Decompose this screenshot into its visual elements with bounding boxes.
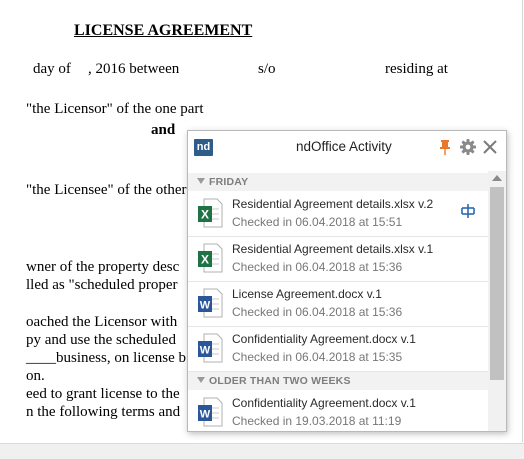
collapse-arrow-icon (197, 178, 205, 184)
doc-text: residing at (385, 61, 448, 77)
doc-text: s/o (258, 61, 276, 77)
gear-icon[interactable] (459, 138, 477, 156)
doc-text: oached the Licensor with (26, 314, 178, 330)
checkin-status: Checked in 06.04.2018 at 15:35 (232, 350, 403, 364)
doc-text: ____business, on license b (26, 350, 186, 366)
collapse-arrow-icon (197, 377, 205, 383)
checkin-status: Checked in 06.04.2018 at 15:51 (232, 215, 403, 229)
file-name: Confidentiality Agreement.docx v.1 (232, 396, 416, 410)
list-item[interactable]: W Confidentiality Agreement.docx v.1 Che… (188, 327, 488, 372)
group-label: FRIDAY (209, 176, 249, 188)
panel-title: ndOffice Activity (296, 139, 392, 154)
svg-text:W: W (200, 345, 211, 357)
excel-file-icon: X (198, 198, 223, 228)
svg-text:X: X (201, 208, 209, 222)
doc-text: "the Licensee" of the other (26, 182, 187, 198)
document-title: LICENSE AGREEMENT (74, 22, 253, 39)
compare-versions-icon[interactable] (461, 203, 475, 219)
file-name: License Agreement.docx v.1 (232, 287, 382, 301)
list-item[interactable]: W Confidentiality Agreement.docx v.1 Che… (188, 391, 488, 431)
scrollbar[interactable] (488, 171, 506, 431)
doc-text: n the following terms and (26, 404, 181, 420)
file-name: Confidentiality Agreement.docx v.1 (232, 332, 416, 346)
word-file-icon: W (198, 288, 223, 318)
checkin-status: Checked in 19.03.2018 at 11:19 (232, 414, 402, 428)
svg-text:X: X (201, 253, 209, 267)
pin-icon[interactable] (436, 138, 454, 156)
file-name: Residential Agreement details.xlsx v.2 (232, 197, 434, 211)
list-item[interactable]: X Residential Agreement details.xlsx v.1… (188, 237, 488, 282)
panel-header: nd ndOffice Activity (188, 131, 506, 165)
doc-text: day of (33, 61, 71, 77)
activity-list: FRIDAY X Residential Agreement details.x… (188, 171, 488, 431)
doc-text: "the Licensor" of the one part (26, 101, 204, 117)
svg-text:W: W (200, 300, 211, 312)
status-strip (0, 443, 524, 459)
doc-text: and (151, 122, 176, 138)
word-file-icon: W (198, 397, 223, 427)
svg-text:W: W (200, 409, 211, 421)
file-name: Residential Agreement details.xlsx v.1 (232, 242, 434, 256)
checkin-status: Checked in 06.04.2018 at 15:36 (232, 260, 403, 274)
activity-panel: nd ndOffice Activity FRIDAY X Residentia… (187, 130, 507, 432)
doc-text: wner of the property desc (26, 259, 180, 275)
checkin-status: Checked in 06.04.2018 at 15:36 (232, 305, 403, 319)
doc-text: py and use the scheduled (26, 332, 176, 348)
list-item[interactable]: X Residential Agreement details.xlsx v.2… (188, 192, 488, 237)
group-label: OLDER THAN TWO WEEKS (209, 375, 351, 387)
scrollbar-thumb[interactable] (490, 187, 504, 380)
group-header-friday[interactable]: FRIDAY (188, 173, 488, 191)
doc-text: , 2016 between (88, 61, 180, 77)
doc-text: eed to grant license to the (26, 386, 180, 402)
group-header-older[interactable]: OLDER THAN TWO WEEKS (188, 372, 488, 390)
scroll-up-arrow-icon[interactable] (492, 175, 502, 181)
excel-file-icon: X (198, 243, 223, 273)
list-item[interactable]: W License Agreement.docx v.1 Checked in … (188, 282, 488, 327)
doc-text: on. (26, 368, 45, 384)
ndoffice-logo: nd (194, 139, 213, 156)
doc-text: lled as "scheduled proper (26, 277, 178, 293)
close-icon[interactable] (481, 138, 499, 156)
word-file-icon: W (198, 333, 223, 363)
